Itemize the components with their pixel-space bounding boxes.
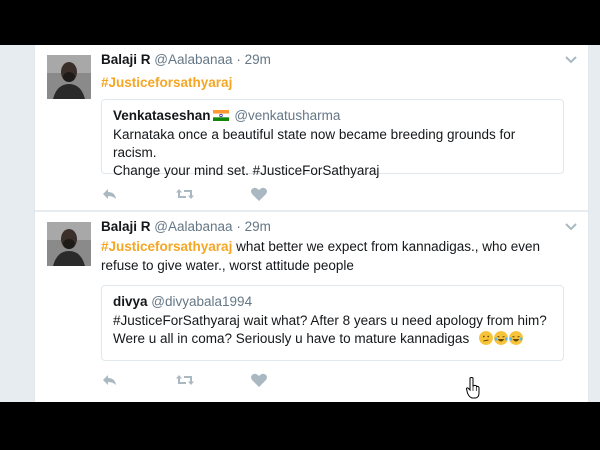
user-name[interactable]: Balaji R (101, 52, 151, 67)
retweet-icon[interactable] (175, 186, 195, 202)
tweet-text-line: #Justiceforsathyaraj what better we expe… (101, 237, 540, 256)
quoted-tweet[interactable]: divya @divyabala1994 #JusticeForSathyara… (101, 285, 564, 361)
hashtag-link[interactable]: #Justiceforsathyaraj (101, 239, 232, 254)
heart-icon[interactable] (250, 372, 268, 388)
quoted-text-line: Karnataka once a beautiful state now bec… (113, 127, 516, 160)
quoted-user-handle: @venkatusharma (234, 108, 341, 123)
hashtag-link[interactable]: #Justiceforsathyaraj (101, 75, 232, 90)
twitter-timeline-screen: Balaji R @Aalabanaa · 29m #Justiceforsat… (0, 45, 600, 402)
quoted-text-line: Change your mind set. #JusticeForSathyar… (113, 163, 380, 178)
quoted-tweet[interactable]: Venkataseshan @venkatusharma Karnataka o… (101, 99, 564, 178)
timeline-column: Balaji R @Aalabanaa · 29m #Justiceforsat… (34, 45, 589, 402)
quoted-user-name: Venkataseshan (113, 108, 211, 123)
india-flag-icon (212, 110, 229, 121)
tweet-text: #Justiceforsathyaraj what better we expe… (101, 237, 540, 275)
avatar[interactable] (47, 222, 91, 266)
quoted-text-line-with-emoji: Were u all in coma? Seriously u have to … (113, 330, 552, 348)
quoted-user-name: divya (113, 294, 148, 309)
tweet-text-line: refuse to give water., worst attitude pe… (101, 258, 354, 273)
quoted-user-handle: @divyabala1994 (151, 294, 253, 309)
tweet[interactable]: Balaji R @Aalabanaa · 29m #Justiceforsat… (35, 212, 588, 402)
reply-icon[interactable] (101, 372, 119, 388)
avatar[interactable] (47, 55, 91, 99)
quoted-tweet-header: divya @divyabala1994 (113, 294, 552, 309)
chevron-down-icon[interactable] (564, 222, 578, 232)
tweet-text: #Justiceforsathyaraj (101, 73, 232, 92)
user-handle[interactable]: @Aalabanaa (154, 52, 232, 67)
timestamp[interactable]: 29m (245, 52, 271, 67)
tweet-text-rest: what better we expect from kannadigas., … (232, 239, 541, 254)
confused-face-icon (478, 331, 493, 345)
heart-icon[interactable] (250, 186, 268, 202)
quoted-text-line: #JusticeForSathyaraj wait what? After 8 … (113, 313, 547, 328)
hand-pointer-icon (466, 377, 480, 399)
tweet-header: Balaji R @Aalabanaa · 29m (101, 52, 271, 67)
separator-dot: · (236, 219, 241, 234)
chevron-down-icon[interactable] (564, 55, 578, 65)
quoted-tweet-text: Karnataka once a beautiful state now bec… (113, 126, 552, 180)
timestamp[interactable]: 29m (245, 219, 271, 234)
laughing-tears-icon (508, 331, 523, 345)
quoted-tweet-header: Venkataseshan @venkatusharma (113, 108, 552, 123)
tweet-header: Balaji R @Aalabanaa · 29m (101, 219, 271, 234)
separator-dot: · (236, 52, 241, 67)
reply-icon[interactable] (101, 186, 119, 202)
user-handle[interactable]: @Aalabanaa (154, 219, 232, 234)
laughing-tears-icon (493, 331, 508, 345)
quoted-text-line: Were u all in coma? Seriously u have to … (113, 331, 470, 346)
tweet[interactable]: Balaji R @Aalabanaa · 29m #Justiceforsat… (35, 45, 588, 210)
quoted-tweet-text: #JusticeForSathyaraj wait what? After 8 … (113, 312, 552, 348)
user-name[interactable]: Balaji R (101, 219, 151, 234)
retweet-icon[interactable] (175, 372, 195, 388)
